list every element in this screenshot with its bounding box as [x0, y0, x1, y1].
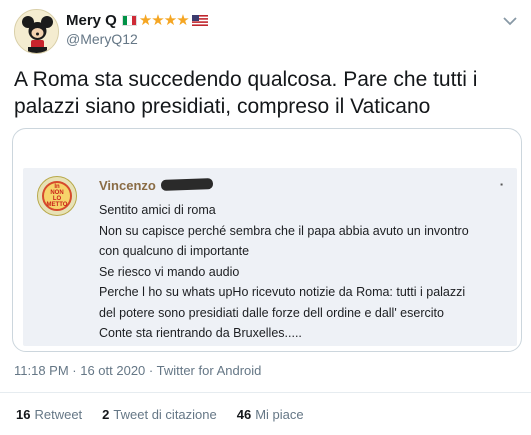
post-author-avatar: In NON LO METTO	[37, 176, 77, 216]
media-image[interactable]: In NON LO METTO Vincenzo ▪ Sentito amici…	[12, 128, 522, 352]
avatar-image	[15, 10, 58, 53]
post-line: Se riesco vi mando audio	[99, 264, 240, 279]
divider	[0, 392, 531, 393]
retweets-count: 16	[16, 407, 31, 422]
avatar-text-6: METTO	[46, 202, 68, 208]
name-row: Mery Q ★★★★	[66, 11, 471, 29]
quotes-count: 2	[102, 407, 110, 422]
tweet-timestamp[interactable]: 11:18 PM · 16 ott 2020 · Twitter for And…	[14, 363, 261, 378]
likes-stat[interactable]: 46 Mi piace	[237, 407, 304, 422]
engagement-stats: 16 Retweet 2 Tweet di citazione 46 Mi piace	[16, 407, 324, 422]
chevron-down-icon[interactable]	[501, 12, 519, 30]
quotes-label: Tweet di citazione	[113, 407, 217, 422]
likes-label: Mi piace	[255, 407, 304, 422]
user-handle[interactable]: @MeryQ12	[66, 31, 471, 47]
post-line: Perche l ho su whats upHo ricevuto notiz…	[99, 285, 466, 299]
usa-flag-icon	[191, 14, 208, 26]
redacted-surname	[160, 178, 214, 191]
stars-icon: ★★★★	[138, 12, 190, 29]
italy-flag-icon	[121, 14, 137, 26]
likes-count: 46	[236, 407, 252, 422]
facebook-post-screenshot: In NON LO METTO Vincenzo ▪ Sentito amici…	[23, 168, 517, 346]
post-line: Conte sta rientrando da Bruxelles.....	[99, 326, 302, 340]
display-name[interactable]: Mery Q	[66, 12, 117, 29]
user-avatar[interactable]	[14, 9, 59, 54]
post-body: Sentito amici di roma Non su capisce per…	[99, 200, 509, 344]
post-line: del potere sono presidiati dalle forze d…	[99, 305, 444, 320]
quotes-stat[interactable]: 2 Tweet di citazione	[102, 407, 217, 422]
tweet: Mery Q ★★★★ @MeryQ12 A Roma sta succeden…	[0, 0, 531, 435]
tweet-text: A Roma sta succedendo qualcosa. Pare che…	[14, 68, 478, 118]
post-dot-icon: ▪	[500, 180, 503, 189]
post-line: Non su capisce perché sembra che il papa…	[99, 223, 469, 238]
tweet-header: Mery Q ★★★★ @MeryQ12	[66, 11, 471, 47]
retweets-label: Retweet	[34, 407, 83, 422]
post-line: con qualcuno di importante	[99, 244, 250, 258]
post-author-name: Vincenzo	[99, 178, 156, 193]
post-line: Sentito amici di roma	[99, 203, 216, 217]
retweets-stat[interactable]: 16 Retweet	[16, 407, 82, 422]
